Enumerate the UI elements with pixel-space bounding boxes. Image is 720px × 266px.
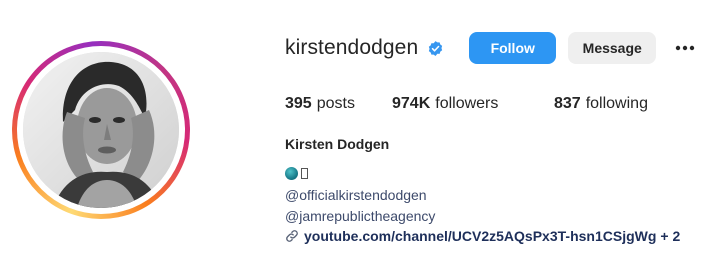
posts-count: 395 posts [285,95,392,113]
following-link[interactable]: 837 following [554,95,648,113]
profile-stats: 395 posts 974K followers 837 following [285,95,648,113]
followers-label: followers [435,95,499,112]
story-ring[interactable] [12,41,190,219]
more-links-count[interactable]: + 2 [660,228,680,244]
full-name: Kirsten Dodgen [285,136,390,152]
link-icon [285,229,299,243]
globe-icon [285,166,298,180]
bio-emoji-row [285,165,308,181]
posts-label: posts [316,95,355,112]
mention-link-official[interactable]: @officialkirstendodgen [285,187,427,203]
avatar[interactable] [23,52,179,208]
profile-title-row: kirstendodgen Follow Message [285,30,696,66]
unknown-glyph-icon [301,167,308,179]
followers-number: 974K [392,95,431,112]
profile-photo [23,52,179,208]
more-horizontal-icon[interactable] [674,32,696,64]
following-number: 837 [554,95,581,112]
profile-header: kirstendodgen Follow Message 395 posts 9… [0,0,720,266]
external-link-text[interactable]: youtube.com/channel/UCV2z5AQsPx3T-hsn1CS… [304,228,656,244]
posts-number: 395 [285,95,312,112]
following-label: following [585,95,648,112]
external-link[interactable]: youtube.com/channel/UCV2z5AQsPx3T-hsn1CS… [285,228,680,244]
username: kirstendodgen [285,36,419,59]
message-button[interactable]: Message [568,32,657,64]
followers-link[interactable]: 974K followers [392,95,554,113]
verified-badge-icon [427,40,444,57]
follow-button[interactable]: Follow [469,32,557,64]
mention-link-agency[interactable]: @jamrepublictheagency [285,208,435,224]
